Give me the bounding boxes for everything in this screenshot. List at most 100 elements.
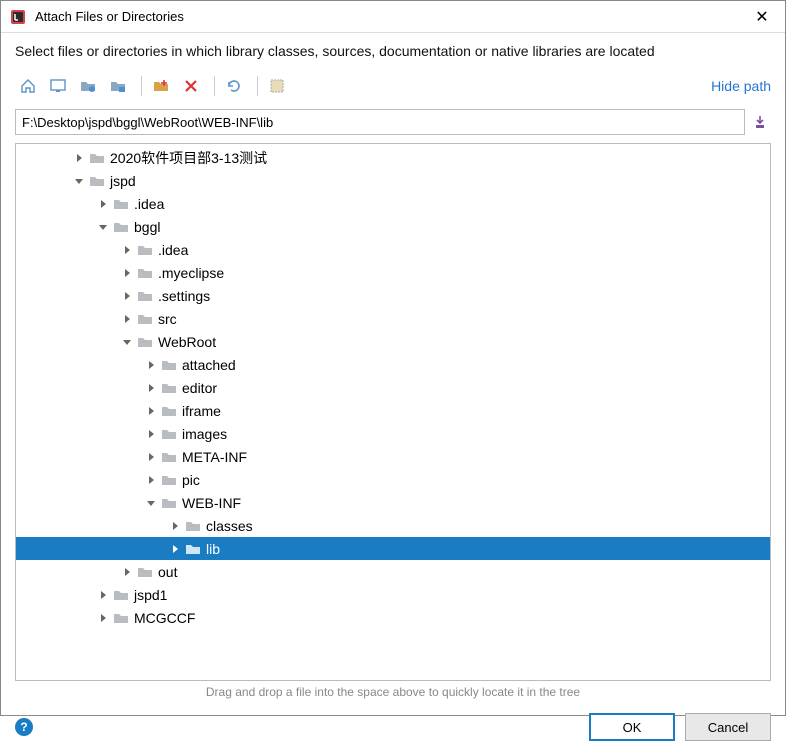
tree-item-label: images	[182, 426, 227, 442]
folder-icon	[184, 519, 202, 533]
folder-icon	[112, 588, 130, 602]
chevron-right-icon[interactable]	[142, 475, 160, 485]
tree-row[interactable]: pic	[16, 468, 770, 491]
delete-icon[interactable]	[178, 73, 204, 99]
tree-row[interactable]: .idea	[16, 238, 770, 261]
help-icon[interactable]: ?	[15, 718, 33, 736]
tree-row[interactable]: iframe	[16, 399, 770, 422]
toolbar-separator	[257, 76, 258, 96]
chevron-down-icon[interactable]	[118, 337, 136, 347]
tree-item-label: editor	[182, 380, 217, 396]
tree-row[interactable]: jspd1	[16, 583, 770, 606]
hint-text: Drag and drop a file into the space abov…	[1, 681, 785, 705]
tree-item-label: attached	[182, 357, 236, 373]
tree-item-label: pic	[182, 472, 200, 488]
folder-icon	[160, 427, 178, 441]
chevron-down-icon[interactable]	[142, 498, 160, 508]
chevron-right-icon[interactable]	[94, 199, 112, 209]
folder-icon	[160, 381, 178, 395]
folder-icon	[136, 289, 154, 303]
new-folder-icon[interactable]	[148, 73, 174, 99]
toolbar-separator	[141, 76, 142, 96]
tree-row[interactable]: lib	[16, 537, 770, 560]
button-bar: ? OK Cancel	[1, 705, 785, 753]
path-row	[1, 109, 785, 143]
tree-row[interactable]: jspd	[16, 169, 770, 192]
folder-icon	[88, 151, 106, 165]
tree-row[interactable]: WEB-INF	[16, 491, 770, 514]
tree-item-label: src	[158, 311, 177, 327]
hide-path-link[interactable]: Hide path	[711, 78, 771, 94]
tree-item-label: iframe	[182, 403, 221, 419]
folder-icon	[136, 335, 154, 349]
tree-row[interactable]: .idea	[16, 192, 770, 215]
chevron-right-icon[interactable]	[166, 521, 184, 531]
tree-item-label: out	[158, 564, 177, 580]
cancel-button[interactable]: Cancel	[685, 713, 771, 741]
tree-item-label: MCGCCF	[134, 610, 195, 626]
tree-row[interactable]: src	[16, 307, 770, 330]
tree-row[interactable]: MCGCCF	[16, 606, 770, 629]
show-hidden-icon[interactable]	[264, 73, 290, 99]
home-icon[interactable]	[15, 73, 41, 99]
path-history-icon[interactable]	[749, 109, 771, 135]
chevron-right-icon[interactable]	[94, 590, 112, 600]
chevron-right-icon[interactable]	[118, 567, 136, 577]
tree-item-label: jspd1	[134, 587, 167, 603]
folder-icon	[160, 358, 178, 372]
tree-row[interactable]: 2020软件项目部3-13测试	[16, 146, 770, 169]
chevron-right-icon[interactable]	[142, 452, 160, 462]
chevron-right-icon[interactable]	[118, 268, 136, 278]
tree-row[interactable]: WebRoot	[16, 330, 770, 353]
chevron-right-icon[interactable]	[142, 360, 160, 370]
chevron-right-icon[interactable]	[142, 406, 160, 416]
tree-row[interactable]: attached	[16, 353, 770, 376]
tree-row[interactable]: .settings	[16, 284, 770, 307]
chevron-right-icon[interactable]	[142, 383, 160, 393]
folder-icon	[160, 496, 178, 510]
chevron-right-icon[interactable]	[166, 544, 184, 554]
toolbar-separator	[214, 76, 215, 96]
folder-icon	[88, 174, 106, 188]
tree-row[interactable]: META-INF	[16, 445, 770, 468]
tree-item-label: bggl	[134, 219, 160, 235]
app-icon	[9, 8, 27, 26]
folder-icon	[112, 611, 130, 625]
tree-row[interactable]: out	[16, 560, 770, 583]
path-input[interactable]	[15, 109, 745, 135]
tree-row[interactable]: editor	[16, 376, 770, 399]
folder-icon	[136, 312, 154, 326]
folder-icon	[136, 266, 154, 280]
tree-item-label: WebRoot	[158, 334, 216, 350]
tree-row[interactable]: bggl	[16, 215, 770, 238]
chevron-right-icon[interactable]	[118, 291, 136, 301]
tree-item-label: 2020软件项目部3-13测试	[110, 148, 267, 168]
folder-icon	[112, 197, 130, 211]
tree-row[interactable]: .myeclipse	[16, 261, 770, 284]
folder-icon	[160, 450, 178, 464]
chevron-right-icon[interactable]	[94, 613, 112, 623]
folder-icon	[160, 473, 178, 487]
file-tree[interactable]: 2020软件项目部3-13测试jspd.ideabggl.idea.myecli…	[15, 143, 771, 681]
folder-icon	[136, 243, 154, 257]
tree-row[interactable]: classes	[16, 514, 770, 537]
chevron-down-icon[interactable]	[70, 176, 88, 186]
chevron-right-icon[interactable]	[118, 245, 136, 255]
folder-icon	[184, 542, 202, 556]
refresh-icon[interactable]	[221, 73, 247, 99]
project-folder-icon[interactable]	[75, 73, 101, 99]
ok-button[interactable]: OK	[589, 713, 675, 741]
instruction-text: Select files or directories in which lib…	[1, 33, 785, 69]
titlebar: Attach Files or Directories ✕	[1, 1, 785, 33]
chevron-down-icon[interactable]	[94, 222, 112, 232]
tree-item-label: .idea	[134, 196, 164, 212]
tree-row[interactable]: images	[16, 422, 770, 445]
tree-item-label: WEB-INF	[182, 495, 241, 511]
tree-item-label: classes	[206, 518, 253, 534]
chevron-right-icon[interactable]	[70, 153, 88, 163]
desktop-icon[interactable]	[45, 73, 71, 99]
chevron-right-icon[interactable]	[118, 314, 136, 324]
module-folder-icon[interactable]	[105, 73, 131, 99]
close-button[interactable]: ✕	[747, 2, 777, 32]
chevron-right-icon[interactable]	[142, 429, 160, 439]
